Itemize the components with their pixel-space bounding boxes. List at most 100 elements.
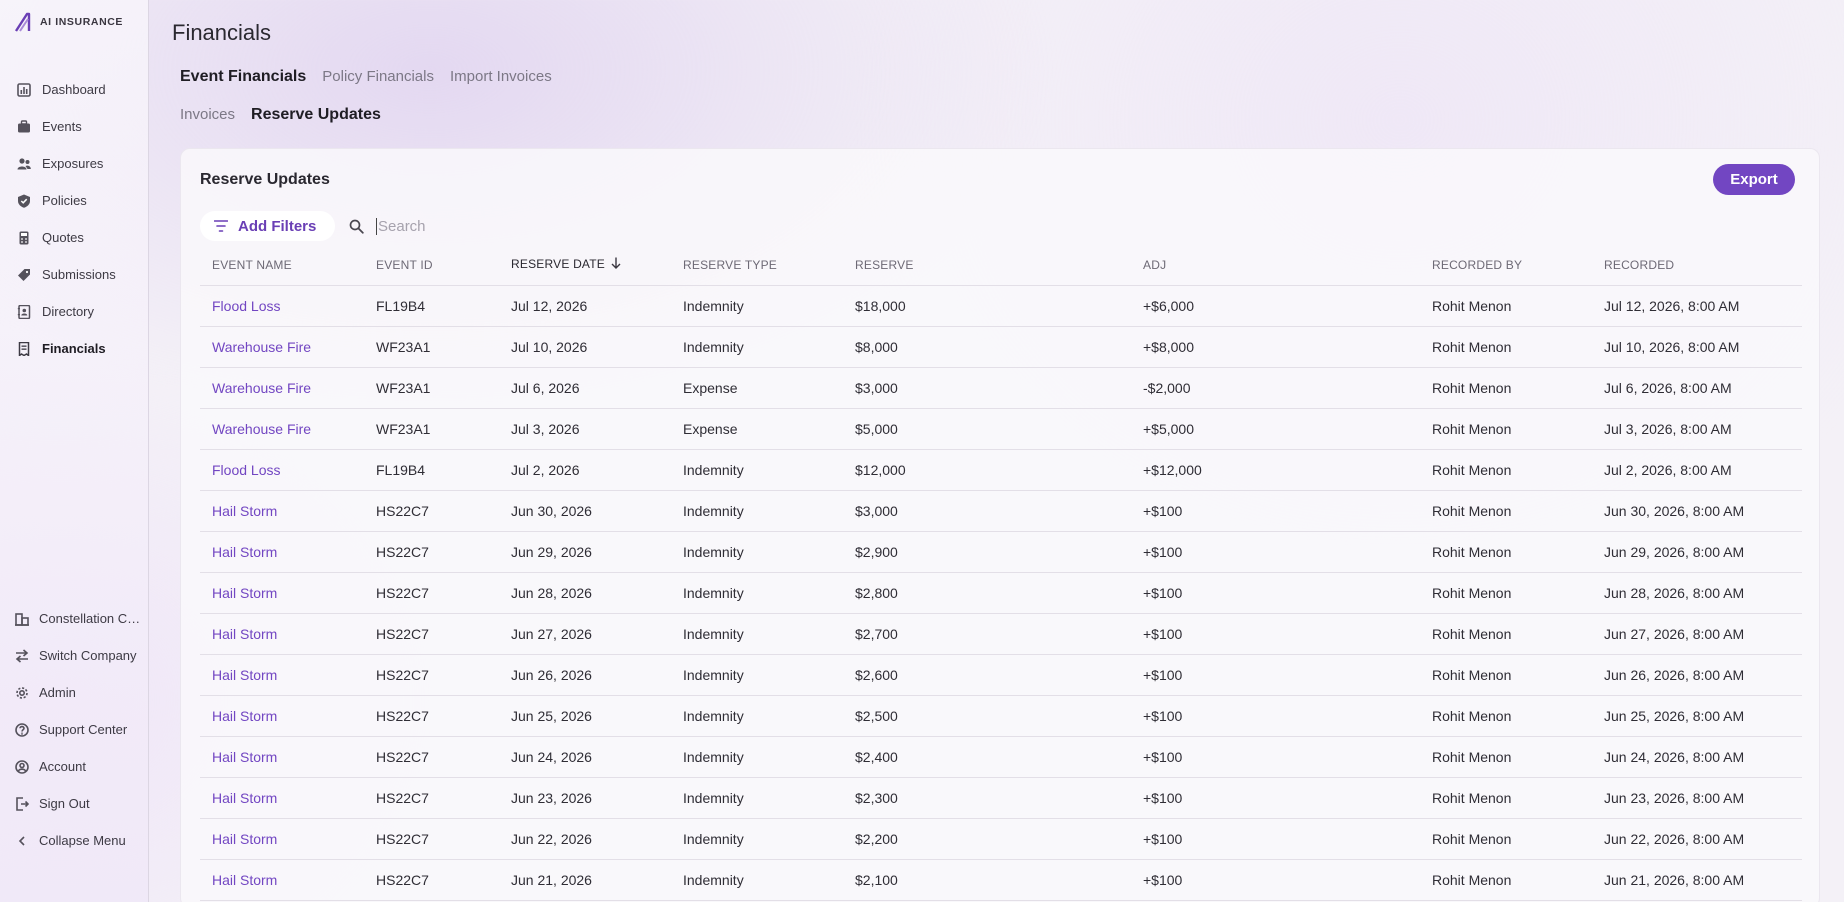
reserve-cell: $3,000 xyxy=(843,367,1131,409)
event-name-link[interactable]: Hail Storm xyxy=(200,531,364,573)
secondary-tabs: Invoices Reserve Updates xyxy=(180,106,381,124)
reserve-date-cell: Jul 2, 2026 xyxy=(499,449,671,491)
tab-invoices[interactable]: Invoices xyxy=(180,106,235,123)
column-header-event-name[interactable]: EVENT NAME xyxy=(200,245,364,286)
event-id-cell: HS22C7 xyxy=(364,490,499,532)
table-row[interactable]: Flood Loss FL19B4 Jul 12, 2026 Indemnity $18… xyxy=(200,285,1802,327)
sidebar-item-submissions[interactable]: Submissions xyxy=(0,256,149,293)
table-row[interactable]: Warehouse Fire WF23A1 Jul 10, 2026 Indemnit… xyxy=(200,326,1802,368)
recorded-by-cell: Rohit Menon xyxy=(1420,285,1592,327)
event-name-link[interactable]: Hail Storm xyxy=(200,695,364,737)
admin-link[interactable]: Admin xyxy=(0,674,149,711)
column-header-reserve-type[interactable]: RESERVE TYPE xyxy=(671,245,843,286)
calculator-icon xyxy=(17,231,31,245)
event-id-cell: HS22C7 xyxy=(364,818,499,860)
table-row[interactable]: Hail Storm HS22C7 Jun 27, 2026 Indemnity $2,… xyxy=(200,613,1802,655)
event-name-link[interactable]: Warehouse Fire xyxy=(200,408,364,450)
search-bar xyxy=(349,211,676,241)
event-name-link[interactable]: Warehouse Fire xyxy=(200,367,364,409)
reserve-date-cell: Jun 24, 2026 xyxy=(499,736,671,778)
adj-cell: +$8,000 xyxy=(1131,326,1420,368)
account-icon xyxy=(15,759,29,774)
table-row[interactable]: Flood Loss FL19B4 Jul 2, 2026 Indemnity $12,… xyxy=(200,449,1802,491)
tag-icon xyxy=(17,268,31,282)
recorded-cell: Jun 23, 2026, 8:00 AM xyxy=(1592,777,1802,819)
recorded-by-cell: Rohit Menon xyxy=(1420,695,1592,737)
sidebar-item-financials[interactable]: Financials xyxy=(0,330,149,367)
event-name-link[interactable]: Hail Storm xyxy=(200,777,364,819)
adj-cell: +$100 xyxy=(1131,490,1420,532)
sidebar-item-exposures[interactable]: Exposures xyxy=(0,145,149,182)
event-id-cell: WF23A1 xyxy=(364,408,499,450)
brand-logo[interactable]: AI INSURANCE xyxy=(14,12,123,32)
adj-cell: +$100 xyxy=(1131,613,1420,655)
event-name-link[interactable]: Hail Storm xyxy=(200,736,364,778)
sign-out-link[interactable]: Sign Out xyxy=(0,785,149,822)
sidebar-item-directory[interactable]: Directory xyxy=(0,293,149,330)
support-center-link[interactable]: Support Center xyxy=(0,711,149,748)
sidebar-item-label: Submissions xyxy=(42,267,116,282)
switch-icon xyxy=(15,648,29,663)
reserve-type-cell: Indemnity xyxy=(671,326,843,368)
tab-event-financials[interactable]: Event Financials xyxy=(180,68,306,86)
tab-policy-financials[interactable]: Policy Financials xyxy=(322,68,434,85)
column-header-event-id[interactable]: EVENT ID xyxy=(364,245,499,286)
sidebar-item-policies[interactable]: Policies xyxy=(0,182,149,219)
recorded-by-cell: Rohit Menon xyxy=(1420,367,1592,409)
event-name-link[interactable]: Flood Loss xyxy=(200,285,364,327)
table-row[interactable]: Hail Storm HS22C7 Jun 22, 2026 Indemnity $2,… xyxy=(200,818,1802,860)
reserve-date-cell: Jun 28, 2026 xyxy=(499,572,671,614)
table-row[interactable]: Warehouse Fire WF23A1 Jul 6, 2026 Expense $3… xyxy=(200,367,1802,409)
event-name-link[interactable]: Flood Loss xyxy=(200,449,364,491)
main-nav: Dashboard Events Exposures Policies Quot… xyxy=(0,71,149,367)
sign-out-label: Sign Out xyxy=(39,796,90,811)
event-name-link[interactable]: Hail Storm xyxy=(200,572,364,614)
reserve-type-cell: Indemnity xyxy=(671,654,843,696)
reserve-cell: $3,000 xyxy=(843,490,1131,532)
event-name-link[interactable]: Hail Storm xyxy=(200,818,364,860)
recorded-cell: Jun 21, 2026, 8:00 AM xyxy=(1592,859,1802,901)
column-header-reserve-date[interactable]: RESERVE DATE xyxy=(499,245,671,286)
column-header-recorded[interactable]: RECORDED xyxy=(1592,245,1802,286)
add-filters-button[interactable]: Add Filters xyxy=(200,211,335,241)
event-name-link[interactable]: Hail Storm xyxy=(200,654,364,696)
table-row[interactable]: Hail Storm HS22C7 Jun 21, 2026 Indemnity $2,… xyxy=(200,859,1802,901)
table-row[interactable]: Hail Storm HS22C7 Jun 28, 2026 Indemnity $2,… xyxy=(200,572,1802,614)
event-name-link[interactable]: Hail Storm xyxy=(200,490,364,532)
export-button[interactable]: Export xyxy=(1713,164,1795,195)
table-row[interactable]: Hail Storm HS22C7 Jun 30, 2026 Indemnity $3,… xyxy=(200,490,1802,532)
page-title: Financials xyxy=(172,20,272,45)
sidebar-item-label: Directory xyxy=(42,304,95,319)
table-body: Flood Loss FL19B4 Jul 12, 2026 Indemnity $18… xyxy=(200,285,1802,901)
sidebar-item-label: Dashboard xyxy=(42,82,106,97)
people-icon xyxy=(17,157,31,171)
reserve-date-cell: Jun 21, 2026 xyxy=(499,859,671,901)
account-link[interactable]: Account xyxy=(0,748,149,785)
column-header-adj[interactable]: ADJ xyxy=(1131,245,1420,286)
sidebar-item-quotes[interactable]: Quotes xyxy=(0,219,149,256)
tab-import-invoices[interactable]: Import Invoices xyxy=(450,68,552,85)
company-selector[interactable]: Constellation Company xyxy=(0,600,149,637)
table-row[interactable]: Hail Storm HS22C7 Jun 23, 2026 Indemnity $2,… xyxy=(200,777,1802,819)
sidebar-item-dashboard[interactable]: Dashboard xyxy=(0,71,149,108)
chevron-left-icon xyxy=(15,834,29,848)
company-name: Constellation Company xyxy=(39,611,144,626)
table-row[interactable]: Hail Storm HS22C7 Jun 26, 2026 Indemnity $2,… xyxy=(200,654,1802,696)
switch-company-link[interactable]: Switch Company xyxy=(0,637,149,674)
table-row[interactable]: Hail Storm HS22C7 Jun 25, 2026 Indemnity $2,… xyxy=(200,695,1802,737)
table-row[interactable]: Warehouse Fire WF23A1 Jul 3, 2026 Expense $5… xyxy=(200,408,1802,450)
column-header-recorded-by[interactable]: RECORDED BY xyxy=(1420,245,1592,286)
adj-cell: +$100 xyxy=(1131,777,1420,819)
event-name-link[interactable]: Warehouse Fire xyxy=(200,326,364,368)
search-input[interactable] xyxy=(376,217,676,235)
tab-reserve-updates[interactable]: Reserve Updates xyxy=(251,106,381,124)
event-name-link[interactable]: Hail Storm xyxy=(200,859,364,901)
column-header-reserve[interactable]: RESERVE xyxy=(843,245,1131,286)
sidebar-item-events[interactable]: Events xyxy=(0,108,149,145)
collapse-menu-button[interactable]: Collapse Menu xyxy=(0,822,149,859)
event-name-link[interactable]: Hail Storm xyxy=(200,613,364,655)
table-row[interactable]: Hail Storm HS22C7 Jun 24, 2026 Indemnity $2,… xyxy=(200,736,1802,778)
reserve-date-cell: Jun 30, 2026 xyxy=(499,490,671,532)
table-row[interactable]: Hail Storm HS22C7 Jun 29, 2026 Indemnity $2,… xyxy=(200,531,1802,573)
reserve-cell: $2,700 xyxy=(843,613,1131,655)
